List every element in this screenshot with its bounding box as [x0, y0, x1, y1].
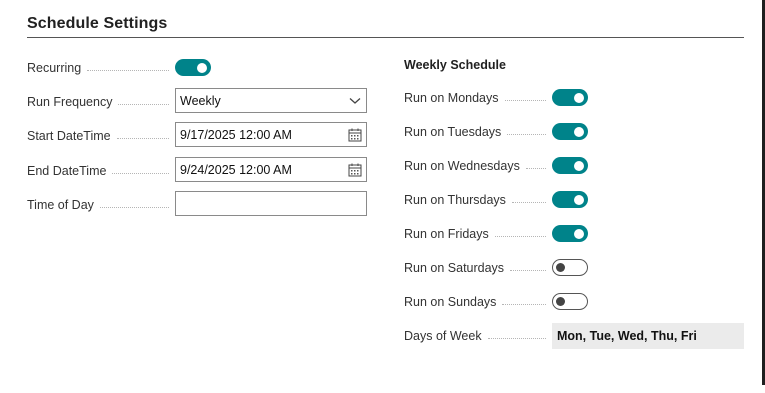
section-title: Schedule Settings: [27, 15, 168, 32]
section-divider: [27, 37, 744, 38]
run-frequency-select[interactable]: Weekly: [175, 88, 367, 113]
calendar-icon[interactable]: [344, 163, 366, 177]
run-on-tuesdays-label: Run on Tuesdays: [404, 122, 550, 142]
start-datetime-label: Start DateTime: [27, 126, 173, 146]
run-frequency-label: Run Frequency: [27, 92, 173, 112]
end-datetime-label: End DateTime: [27, 161, 173, 181]
run-on-mondays-toggle[interactable]: [552, 89, 588, 106]
run-on-mondays-label: Run on Mondays: [404, 88, 550, 108]
run-on-sundays-label: Run on Sundays: [404, 292, 550, 312]
days-of-week-value: Mon, Tue, Wed, Thu, Fri: [552, 323, 744, 349]
recurring-label: Recurring: [27, 58, 173, 78]
time-of-day-label: Time of Day: [27, 195, 173, 215]
run-on-fridays-label: Run on Fridays: [404, 224, 550, 244]
run-on-sundays-toggle[interactable]: [552, 293, 588, 310]
time-of-day-input[interactable]: [175, 191, 367, 216]
run-on-fridays-toggle[interactable]: [552, 225, 588, 242]
recurring-toggle[interactable]: [175, 59, 211, 76]
weekly-schedule-heading: Weekly Schedule: [404, 58, 506, 72]
run-on-thursdays-toggle[interactable]: [552, 191, 588, 208]
calendar-icon[interactable]: [344, 128, 366, 142]
run-on-wednesdays-toggle[interactable]: [552, 157, 588, 174]
run-on-thursdays-label: Run on Thursdays: [404, 190, 550, 210]
days-of-week-label: Days of Week: [404, 326, 550, 346]
run-on-saturdays-toggle[interactable]: [552, 259, 588, 276]
start-datetime-input[interactable]: 9/17/2025 12:00 AM: [175, 122, 367, 147]
end-datetime-input[interactable]: 9/24/2025 12:00 AM: [175, 157, 367, 182]
run-on-tuesdays-toggle[interactable]: [552, 123, 588, 140]
run-on-wednesdays-label: Run on Wednesdays: [404, 156, 550, 176]
run-on-saturdays-label: Run on Saturdays: [404, 258, 550, 278]
chevron-down-icon[interactable]: [344, 97, 366, 105]
